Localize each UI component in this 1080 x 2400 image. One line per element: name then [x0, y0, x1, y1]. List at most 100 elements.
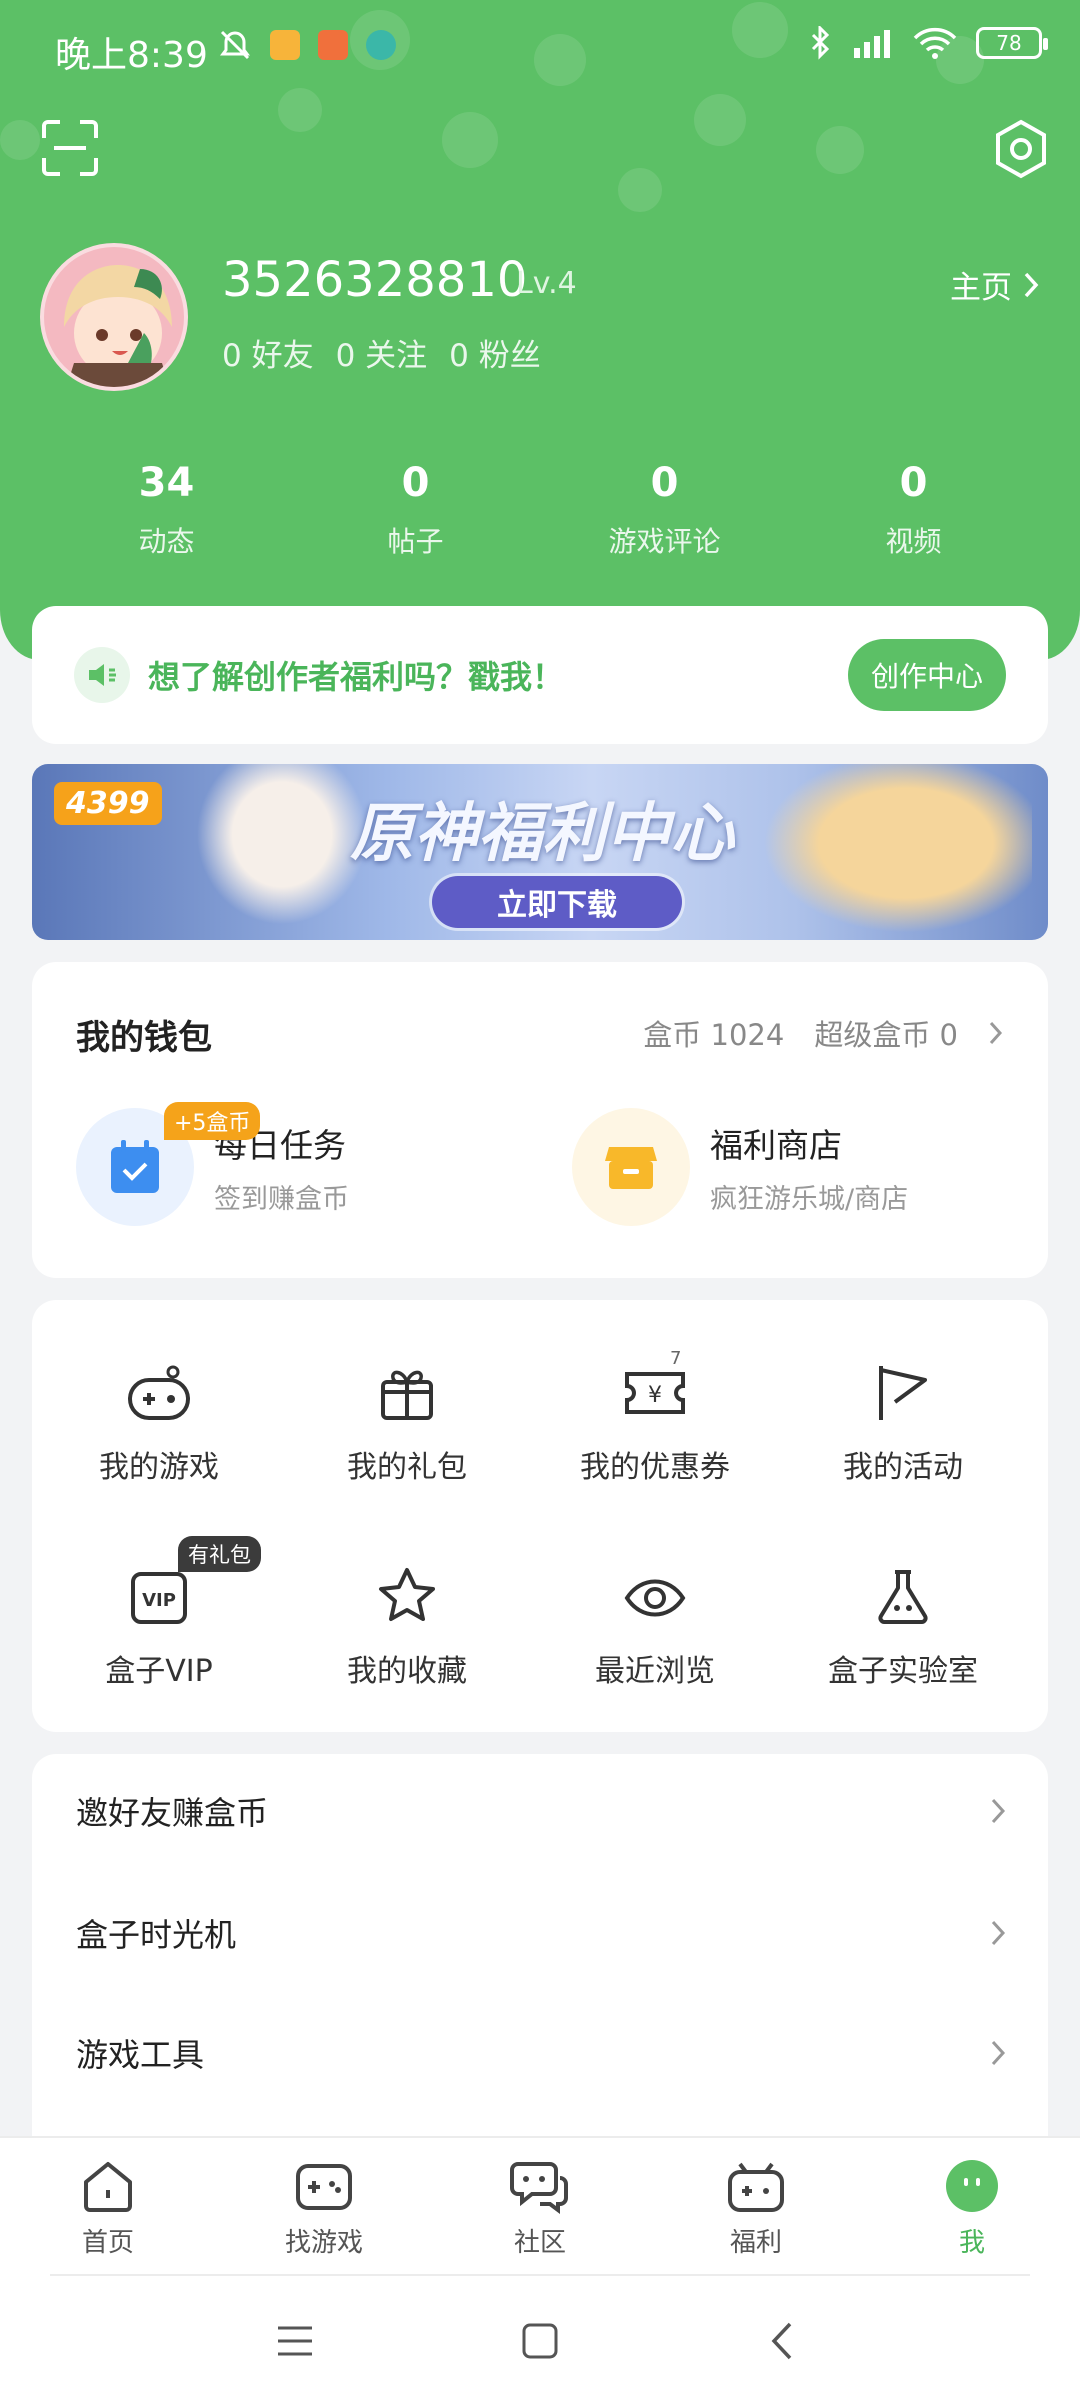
list-item-game-tools[interactable]: 游戏工具	[76, 2030, 1006, 2076]
tab-find-games[interactable]: 找游戏	[216, 2138, 432, 2276]
status-bar: 晚上8:39 78	[0, 0, 1080, 100]
stat-number: 0	[401, 460, 430, 506]
tab-welfare[interactable]: 福利	[648, 2138, 864, 2276]
chevron-right-icon	[1024, 272, 1039, 297]
homepage-label: 主页	[950, 270, 1012, 306]
wallet-title: 我的钱包	[76, 1018, 212, 1058]
grid-label: 我的礼包	[347, 1450, 467, 1485]
status-notifications	[218, 28, 396, 62]
grid-item-my-games[interactable]: 我的游戏	[32, 1352, 286, 1486]
wallet-card: 我的钱包 盒币 1024 超级盒币 0 +5盒币 每日任务 签到赚盒币 福利商店…	[32, 962, 1048, 1278]
list-item-label: 邀好友赚盒币	[76, 1794, 269, 1832]
gamepad-icon	[128, 1365, 190, 1420]
grid-item-my-activities[interactable]: 我的活动	[776, 1352, 1030, 1486]
status-system-icons: 78	[810, 26, 1048, 60]
grid-item-favorites[interactable]: 我的收藏	[280, 1556, 534, 1690]
shop-subtitle: 疯狂游乐城/商店	[710, 1183, 909, 1215]
flask-icon	[878, 1570, 928, 1624]
gift-box-icon	[728, 2162, 784, 2212]
grid-item-recent-views[interactable]: 最近浏览	[528, 1556, 782, 1690]
daily-task-entry[interactable]: +5盒币 每日任务 签到赚盒币	[76, 1102, 349, 1226]
stat-game-reviews[interactable]: 0 游戏评论	[540, 460, 789, 560]
list-item-time-machine[interactable]: 盒子时光机	[76, 1910, 1006, 1956]
coin-reward-tag: +5盒币	[164, 1102, 261, 1140]
tab-label: 我	[958, 2228, 985, 2258]
grid-label: 我的收藏	[347, 1654, 467, 1689]
mute-icon	[220, 30, 250, 60]
stat-label: 帖子	[387, 525, 444, 558]
avatar[interactable]	[40, 243, 188, 391]
grid-item-vip[interactable]: VIP 有礼包 盒子VIP	[32, 1536, 286, 1690]
banner-character-right	[752, 764, 1032, 940]
app-notification-icon	[270, 30, 300, 60]
daily-task-subtitle: 签到赚盒币	[214, 1183, 349, 1215]
app-notification-icon	[318, 30, 348, 60]
profile-header: 晚上8:39 78 3526328810 Lv.4 0 好友 0 关注 0 粉丝…	[0, 0, 1080, 660]
username: 3526328810	[222, 252, 528, 308]
stats-row: 34 动态 0 帖子 0 游戏评论 0 视频	[0, 460, 1080, 560]
promo-banner[interactable]: 4399 原神福利中心 立即下载	[32, 764, 1048, 940]
shop-title: 福利商店	[710, 1125, 842, 1165]
grid-label: 盒子VIP	[105, 1654, 213, 1689]
fans-count[interactable]: 0 粉丝	[449, 330, 541, 375]
stat-videos[interactable]: 0 视频	[789, 460, 1038, 560]
star-icon	[379, 1568, 435, 1621]
grid-item-my-gifts[interactable]: 我的礼包	[280, 1352, 534, 1486]
homepage-link[interactable]: 主页	[950, 262, 1040, 307]
banner-logo: 4399	[54, 782, 162, 825]
creator-promo-card[interactable]: 想了解创作者福利吗？戳我！ 创作中心	[32, 606, 1048, 744]
signal-icon	[854, 30, 890, 58]
stat-posts-dynamic[interactable]: 34 动态	[42, 460, 291, 560]
coupon-icon: ¥	[625, 1372, 685, 1414]
svg-text:VIP: VIP	[142, 1590, 176, 1611]
gift-icon	[381, 1370, 433, 1420]
chevron-right-icon	[989, 1021, 1003, 1045]
creator-center-button[interactable]: 创作中心	[848, 639, 1006, 711]
friends-count[interactable]: 0 好友	[222, 330, 314, 375]
back-icon[interactable]	[758, 2316, 808, 2366]
status-time: 晚上8:39	[55, 35, 208, 76]
home-square-icon[interactable]	[515, 2316, 565, 2366]
shield-icon	[366, 30, 396, 60]
wifi-icon	[913, 27, 957, 59]
vip-gift-tag: 有礼包	[178, 1536, 261, 1572]
tab-home[interactable]: 首页	[0, 2138, 216, 2276]
stat-number: 0	[899, 460, 928, 506]
menu-list: 邀好友赚盒币 盒子时光机 游戏工具	[32, 1754, 1048, 2154]
list-item-invite-friends[interactable]: 邀好友赚盒币	[76, 1788, 1006, 1834]
grid-label: 最近浏览	[595, 1654, 715, 1689]
level-badge: Lv.4	[516, 266, 577, 301]
tab-label: 社区	[513, 2228, 566, 2258]
banner-download-button[interactable]: 立即下载	[432, 876, 682, 928]
flag-icon	[879, 1366, 927, 1420]
welfare-shop-entry[interactable]: 福利商店 疯狂游乐城/商店	[572, 1108, 908, 1226]
stat-threads[interactable]: 0 帖子	[291, 460, 540, 560]
grid-label: 我的优惠券	[580, 1450, 730, 1485]
grid-label: 我的活动	[843, 1450, 963, 1485]
banner-title: 原神福利中心	[350, 796, 734, 871]
list-item-label: 盒子时光机	[76, 1916, 237, 1954]
stat-label: 动态	[138, 525, 195, 558]
gamepad-icon	[296, 2164, 352, 2210]
home-icon	[84, 2162, 132, 2212]
stat-number: 0	[650, 460, 679, 506]
scan-icon[interactable]	[40, 118, 100, 178]
battery-indicator: 78	[976, 27, 1048, 59]
settings-icon[interactable]	[990, 118, 1052, 180]
tab-community[interactable]: 社区	[432, 2138, 648, 2276]
menu-icon[interactable]	[270, 2316, 320, 2366]
grid-item-my-coupons[interactable]: ¥7 我的优惠券	[528, 1348, 782, 1486]
bottom-tab-bar: 首页 找游戏 社区 福利 我	[0, 2136, 1080, 2276]
coin-balance: 盒币 1024	[643, 1018, 785, 1052]
stat-label: 视频	[885, 525, 942, 558]
tab-me[interactable]: 我	[864, 2138, 1080, 2276]
grid-item-lab[interactable]: 盒子实验室	[776, 1556, 1030, 1690]
stat-number: 34	[138, 460, 195, 506]
bluetooth-icon	[811, 26, 830, 60]
vip-icon: VIP	[131, 1572, 187, 1624]
grid-label: 我的游戏	[99, 1450, 219, 1485]
following-count[interactable]: 0 关注	[336, 330, 428, 375]
super-coin-balance: 超级盒币 0	[814, 1018, 958, 1052]
stat-label: 游戏评论	[608, 525, 721, 558]
wallet-balance[interactable]: 盒币 1024 超级盒币 0	[643, 1012, 1004, 1054]
